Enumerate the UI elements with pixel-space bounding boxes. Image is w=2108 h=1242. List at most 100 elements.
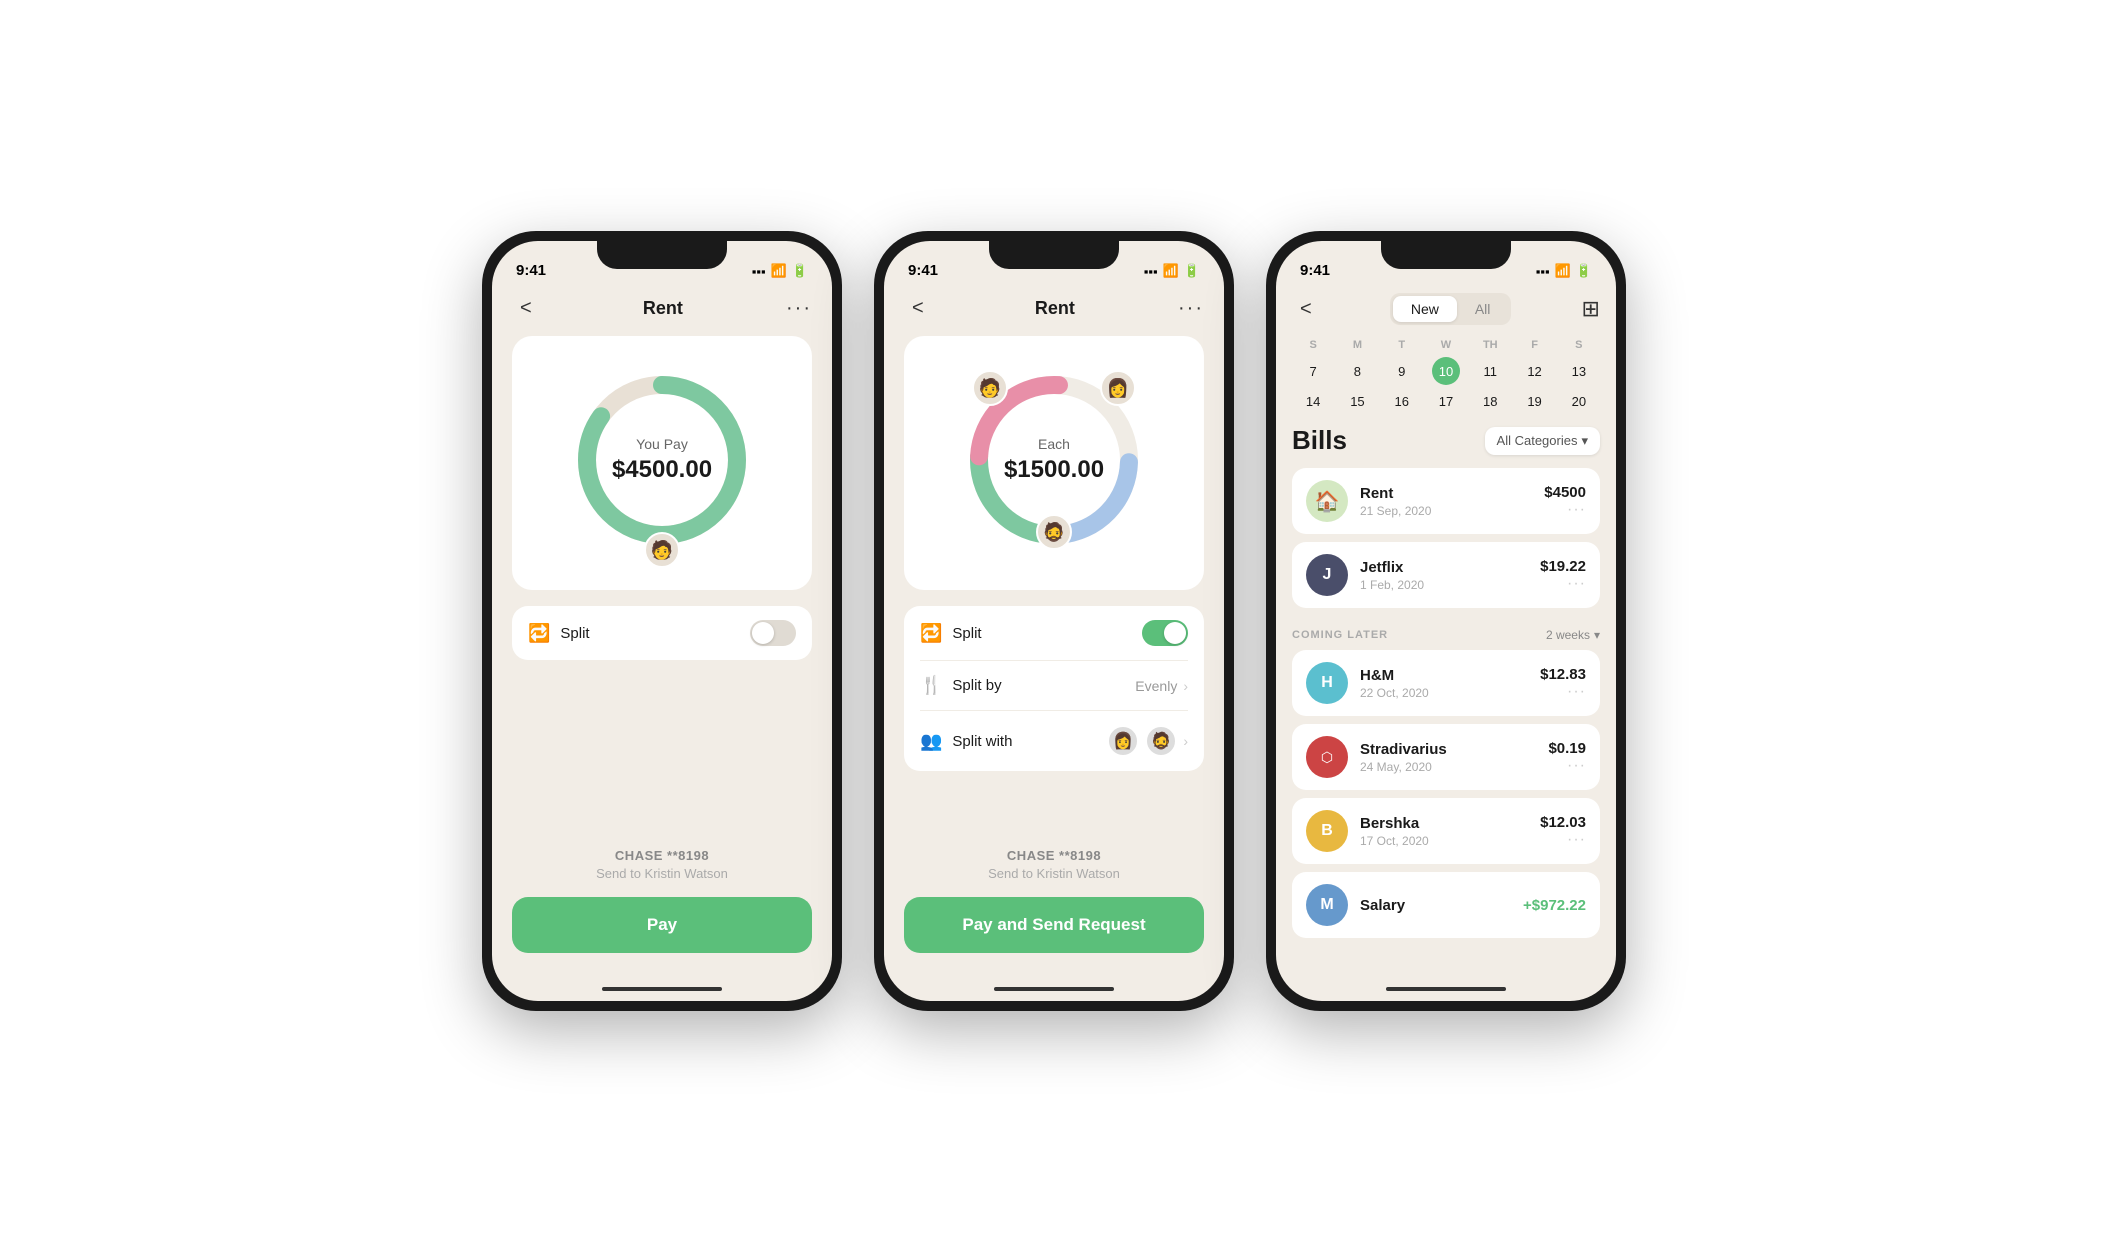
back-button-1[interactable]: < (512, 293, 540, 324)
split-toggle-row-2: 🔁 Split (920, 606, 1188, 661)
bill-item-hm[interactable]: H H&M 22 Oct, 2020 $12.83 ··· (1292, 650, 1600, 716)
status-time-3: 9:41 (1300, 262, 1330, 279)
payment-recipient-1: Send to Kristin Watson (512, 866, 812, 881)
cal-day-12[interactable]: 12 (1521, 357, 1549, 385)
cal-day-15[interactable]: 15 (1343, 387, 1371, 415)
split-section-2: 🔁 Split 🍴 Split by Evenly › (904, 606, 1204, 771)
bill-info-strad: Stradivarius 24 May, 2020 (1360, 741, 1536, 774)
bill-item-rent[interactable]: 🏠 Rent 21 Sep, 2020 $4500 ··· (1292, 468, 1600, 534)
avatar-p3: 🧔 (1036, 514, 1072, 550)
bill-right-bershka: $12.03 ··· (1540, 814, 1586, 849)
bill-dots-strad[interactable]: ··· (1548, 757, 1586, 775)
avatar-p1: 🧑 (972, 370, 1008, 406)
donut-center-2: Each $1500.00 (1004, 436, 1104, 484)
bill-amount-hm: $12.83 (1540, 666, 1586, 683)
bill-amount-salary: +$972.22 (1523, 897, 1586, 914)
donut-amount-2: $1500.00 (1004, 456, 1104, 484)
pay-button-2[interactable]: Pay and Send Request (904, 897, 1204, 953)
split-toggle-1[interactable] (750, 620, 796, 646)
bill-info-rent: Rent 21 Sep, 2020 (1360, 485, 1532, 518)
battery-icon-2: 🔋 (1184, 263, 1200, 279)
donut-card-1: You Pay $4500.00 🧑 (512, 336, 812, 590)
cal-day-10[interactable]: 10 (1432, 357, 1460, 385)
cal-day-19[interactable]: 19 (1521, 387, 1549, 415)
cal-day-11[interactable]: 11 (1476, 357, 1504, 385)
bill-dots-bershka[interactable]: ··· (1540, 831, 1586, 849)
split-by-row[interactable]: 🍴 Split by Evenly › (920, 661, 1188, 711)
bill-dots-hm[interactable]: ··· (1540, 683, 1586, 701)
phone-3-screen: 9:41 ▪▪▪ 📶 🔋 < New All ⊞ S (1276, 241, 1616, 1001)
cal-day-7[interactable]: 7 (1299, 357, 1327, 385)
split-label-1: Split (560, 625, 589, 642)
coming-later-time[interactable]: 2 weeks ▾ (1546, 628, 1600, 642)
status-time-1: 9:41 (516, 262, 546, 279)
bill-date-rent: 21 Sep, 2020 (1360, 504, 1532, 518)
payment-account-2: CHASE **8198 (904, 848, 1204, 863)
split-toggle-2[interactable] (1142, 620, 1188, 646)
more-button-1[interactable]: ··· (786, 297, 812, 320)
bill-date-strad: 24 May, 2020 (1360, 760, 1536, 774)
avatar-1: 🧑 (644, 532, 680, 568)
bills-list-section: Bills All Categories ▾ 🏠 Rent 21 Sep, 20… (1276, 425, 1616, 977)
screen-content-1: You Pay $4500.00 🧑 🔁 Split (492, 336, 832, 897)
split-icon-1: 🔁 (528, 623, 550, 644)
category-filter[interactable]: All Categories ▾ (1485, 427, 1600, 455)
cal-day-16[interactable]: 16 (1388, 387, 1416, 415)
bill-dots-jetflix[interactable]: ··· (1540, 575, 1586, 593)
signal-icon-3: ▪▪▪ (1536, 264, 1550, 279)
cal-day-13[interactable]: 13 (1565, 357, 1593, 385)
donut-label-2: Each (1004, 436, 1104, 452)
bill-item-salary[interactable]: M Salary +$972.22 (1292, 872, 1600, 938)
back-button-2[interactable]: < (904, 293, 932, 324)
pay-button-1[interactable]: Pay (512, 897, 812, 953)
home-indicator-3 (1276, 977, 1616, 1001)
payment-account-1: CHASE **8198 (512, 848, 812, 863)
bill-right-jetflix: $19.22 ··· (1540, 558, 1586, 593)
tab-new[interactable]: New (1393, 296, 1457, 322)
split-by-right: Evenly › (1135, 678, 1188, 694)
phone-1-screen: 9:41 ▪▪▪ 📶 🔋 < Rent ··· (492, 241, 832, 1001)
bill-right-rent: $4500 ··· (1544, 484, 1586, 519)
battery-icon-3: 🔋 (1576, 263, 1592, 279)
notch-3 (1381, 241, 1511, 269)
cal-day-14[interactable]: 14 (1299, 387, 1327, 415)
bill-amount-bershka: $12.03 (1540, 814, 1586, 831)
phone-1: 9:41 ▪▪▪ 📶 🔋 < Rent ··· (482, 231, 842, 1011)
bill-item-bershka[interactable]: B Bershka 17 Oct, 2020 $12.03 ··· (1292, 798, 1600, 864)
home-indicator-1 (492, 977, 832, 1001)
payment-info-2: CHASE **8198 Send to Kristin Watson (904, 848, 1204, 897)
cal-day-8[interactable]: 8 (1343, 357, 1371, 385)
donut-label-1: You Pay (612, 436, 712, 452)
bill-dots-rent[interactable]: ··· (1544, 501, 1586, 519)
split-by-value: Evenly (1135, 678, 1177, 694)
bill-info-hm: H&M 22 Oct, 2020 (1360, 667, 1528, 700)
split-icon-2: 🔁 (920, 623, 942, 644)
payment-recipient-2: Send to Kristin Watson (904, 866, 1204, 881)
split-by-left: 🍴 Split by (920, 675, 1002, 696)
qr-icon[interactable]: ⊞ (1582, 296, 1600, 322)
bill-icon-bershka: B (1306, 810, 1348, 852)
status-icons-1: ▪▪▪ 📶 🔋 (752, 263, 808, 279)
bill-item-jetflix[interactable]: J Jetflix 1 Feb, 2020 $19.22 ··· (1292, 542, 1600, 608)
cal-hdr-s1: S (1292, 335, 1334, 355)
split-with-left: 👥 Split with (920, 731, 1012, 752)
cal-hdr-t1: T (1381, 335, 1423, 355)
cal-hdr-s2: S (1558, 335, 1600, 355)
donut2-wrapper: 🧑 👩 🧔 Each $1500.00 (954, 360, 1154, 560)
bill-item-strad[interactable]: ⬡ Stradivarius 24 May, 2020 $0.19 ··· (1292, 724, 1600, 790)
cal-day-18[interactable]: 18 (1476, 387, 1504, 415)
split-row-left-1: 🔁 Split (528, 623, 590, 644)
donut-card-2: 🧑 👩 🧔 Each $1500.00 (904, 336, 1204, 590)
split-with-row[interactable]: 👥 Split with 👩 🧔 › (920, 711, 1188, 771)
nav-title-1: Rent (643, 298, 683, 319)
back-button-3[interactable]: < (1292, 294, 1320, 325)
phone-3: 9:41 ▪▪▪ 📶 🔋 < New All ⊞ S (1266, 231, 1626, 1011)
more-button-2[interactable]: ··· (1178, 297, 1204, 320)
phones-container: 9:41 ▪▪▪ 📶 🔋 < Rent ··· (482, 231, 1626, 1011)
cal-day-9[interactable]: 9 (1388, 357, 1416, 385)
bills-header-row: Bills All Categories ▾ (1292, 425, 1600, 456)
payment-info-1: CHASE **8198 Send to Kristin Watson (512, 848, 812, 897)
cal-day-17[interactable]: 17 (1432, 387, 1460, 415)
tab-all[interactable]: All (1457, 296, 1509, 322)
cal-day-20[interactable]: 20 (1565, 387, 1593, 415)
